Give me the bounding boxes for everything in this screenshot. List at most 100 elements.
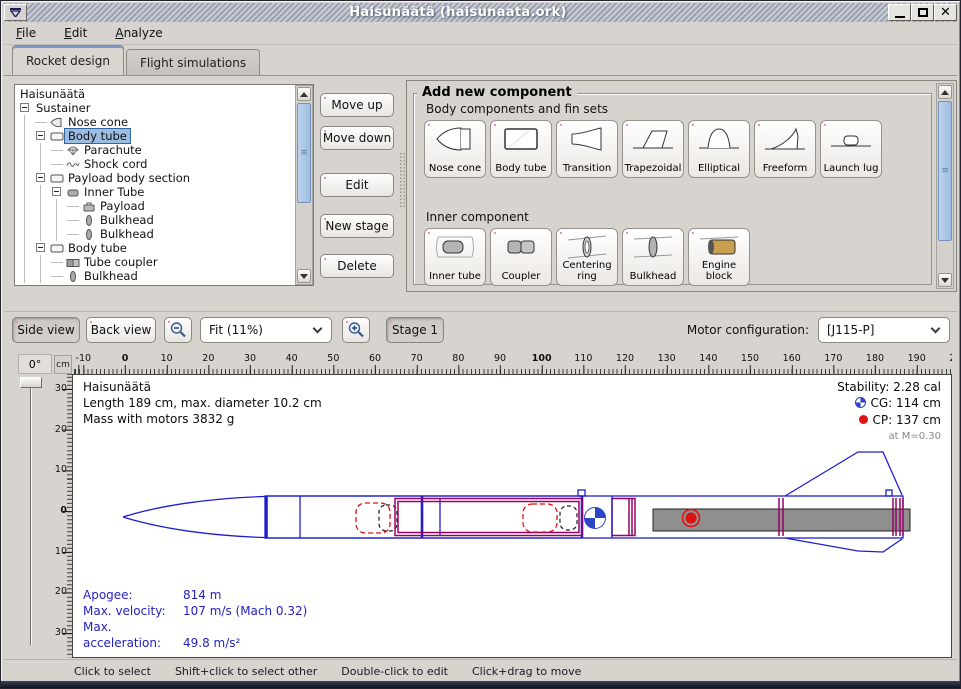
stage-1-toggle[interactable]: Stage 1 xyxy=(386,317,444,343)
move-up-button[interactable]: Move up xyxy=(320,93,394,117)
component-scroll-down-button[interactable] xyxy=(938,273,952,287)
tree-connector xyxy=(65,199,81,213)
titlebar[interactable]: Haisunäätä (haisunaata.ork) ✕ xyxy=(4,3,957,22)
tree-item-label: Bulkhead xyxy=(97,227,157,241)
window-menu-icon[interactable] xyxy=(4,4,27,21)
zoom-out-button[interactable] xyxy=(164,317,192,343)
tree-item-bulkhead[interactable]: Bulkhead xyxy=(17,227,294,241)
component-button-coupler[interactable]: Coupler xyxy=(490,228,552,286)
collapse-icon[interactable] xyxy=(20,103,29,112)
tree-item-shock-cord[interactable]: Shock cord xyxy=(17,157,294,171)
menu-item-edit[interactable]: Edit xyxy=(64,26,87,40)
cg-icon xyxy=(855,396,866,412)
cg-value: CG: 114 cm xyxy=(870,396,941,410)
menu-item-analyze[interactable]: Analyze xyxy=(115,26,162,40)
component-scroll-up-button[interactable] xyxy=(938,85,952,99)
section-label-body-components: Body components and fin sets xyxy=(426,102,608,116)
component-scrollbar[interactable] xyxy=(936,83,954,289)
component-button-launch-lug[interactable]: Launch lug xyxy=(820,120,882,178)
tree-connector xyxy=(49,269,65,283)
tree-item-label: Inner Tube xyxy=(81,185,147,199)
chevron-down-icon xyxy=(931,324,941,334)
tab-rocket-design[interactable]: Rocket design xyxy=(12,45,124,75)
tree-item-body-tube[interactable]: Body tube xyxy=(17,129,294,143)
bulkheadbig-icon xyxy=(631,233,675,265)
tree-item-tube-coupler[interactable]: Tube coupler xyxy=(17,255,294,269)
tree-guide xyxy=(17,213,33,227)
move-down-button[interactable]: Move down xyxy=(320,126,394,150)
back-view-button[interactable]: Back view xyxy=(86,317,156,343)
maximize-button[interactable] xyxy=(911,4,934,21)
tree-scrollbar-thumb[interactable] xyxy=(297,103,311,203)
component-button-transition[interactable]: Transition xyxy=(556,120,618,178)
zoom-in-button[interactable] xyxy=(342,317,370,343)
component-button-bulkhead[interactable]: Bulkhead xyxy=(622,228,684,286)
component-button-freeform[interactable]: Freeform xyxy=(754,120,816,178)
component-scrollbar-thumb[interactable] xyxy=(938,101,952,241)
collapse-icon[interactable] xyxy=(36,131,45,140)
delete-button[interactable]: Delete xyxy=(320,254,394,278)
rocket-dimensions: Length 189 cm, max. diameter 10.2 cm xyxy=(83,395,322,411)
edit-button[interactable]: Edit xyxy=(320,173,394,197)
ruler-label: 200 xyxy=(949,353,952,364)
component-button-body-tube[interactable]: Body tube xyxy=(490,120,552,178)
tree-item-payload[interactable]: Payload xyxy=(17,199,294,213)
rocket-canvas[interactable]: Haisunäätä Length 189 cm, max. diameter … xyxy=(72,374,952,658)
tree-item-inner-tube[interactable]: Inner Tube xyxy=(17,185,294,199)
rotation-slider-track[interactable] xyxy=(30,383,32,645)
tree-scroll-up-button[interactable] xyxy=(297,87,311,101)
tree-scroll-down-button[interactable] xyxy=(297,269,311,283)
splitter-handle[interactable] xyxy=(399,152,406,208)
tab-flight-simulations[interactable]: Flight simulations xyxy=(126,49,260,75)
component-button-nose-cone[interactable]: Nose cone xyxy=(424,120,486,178)
stability-value: Stability: 2.28 cal xyxy=(837,379,941,395)
ruler-label: 180 xyxy=(866,353,884,364)
tree-expander[interactable] xyxy=(33,171,49,185)
arrow-down-icon xyxy=(941,278,949,283)
rotation-slider-handle[interactable] xyxy=(20,377,42,388)
freeform-icon xyxy=(763,125,807,157)
rocket-name: Haisunäätä xyxy=(83,379,322,395)
zoom-level-select[interactable]: Fit (11%) xyxy=(200,317,332,343)
tree-guide xyxy=(33,143,49,157)
tree-item-bulkhead[interactable]: Bulkhead xyxy=(17,269,294,283)
tree-item-haisunäätä[interactable]: Haisunäätä xyxy=(17,87,294,101)
tree-item-sustainer[interactable]: Sustainer xyxy=(17,101,294,115)
tree-item-bulkhead[interactable]: Bulkhead xyxy=(17,213,294,227)
collapse-icon[interactable] xyxy=(52,187,61,196)
tree-scrollbar[interactable] xyxy=(295,85,313,285)
tree-expander[interactable] xyxy=(33,129,49,143)
component-tree[interactable]: HaisunäätäSustainerNose coneBody tubePar… xyxy=(17,87,294,283)
new-stage-button[interactable]: New stage xyxy=(320,214,394,238)
tree-expander[interactable] xyxy=(49,185,65,199)
collapse-icon[interactable] xyxy=(36,243,45,252)
elliptical-icon xyxy=(697,125,741,157)
tree-expander[interactable] xyxy=(33,241,49,255)
component-button-inner-tube[interactable]: Inner tube xyxy=(424,228,486,286)
component-button-trapezoidal[interactable]: Trapezoidal xyxy=(622,120,684,178)
side-view-button[interactable]: Side view xyxy=(12,317,80,343)
rocket-mass: Mass with motors 3832 g xyxy=(83,411,322,427)
tree-expander[interactable] xyxy=(17,101,33,115)
window-bottom-edge xyxy=(1,681,960,688)
rotation-angle-label: 0° xyxy=(18,354,52,374)
stability-info: Stability: 2.28 cal CG: 114 cm CP: 137 c… xyxy=(837,379,941,445)
minimize-button[interactable] xyxy=(888,4,911,21)
component-tree-pane: HaisunäätäSustainerNose coneBody tubePar… xyxy=(14,84,314,286)
component-button-centering-ring[interactable]: Centering ring xyxy=(556,228,618,286)
innertube-icon xyxy=(433,233,477,265)
menu-item-label: nalyze xyxy=(124,26,163,40)
inner-component-buttons: Inner tubeCouplerCentering ringBulkheadE… xyxy=(424,228,754,286)
close-button[interactable]: ✕ xyxy=(934,4,957,21)
window-menu-glyph xyxy=(10,8,21,17)
component-button-elliptical[interactable]: Elliptical xyxy=(688,120,750,178)
tree-item-nose-cone[interactable]: Nose cone xyxy=(17,115,294,129)
collapse-icon[interactable] xyxy=(36,173,45,182)
tree-item-payload-body-section[interactable]: Payload body section xyxy=(17,171,294,185)
tree-item-body-tube[interactable]: Body tube xyxy=(17,241,294,255)
tree-item-parachute[interactable]: Parachute xyxy=(17,143,294,157)
component-button-engine-block[interactable]: Engine block xyxy=(688,228,750,286)
tree-guide xyxy=(17,269,33,283)
menu-item-file[interactable]: File xyxy=(16,26,36,40)
motor-configuration-select[interactable]: [J115-P] xyxy=(818,317,950,343)
